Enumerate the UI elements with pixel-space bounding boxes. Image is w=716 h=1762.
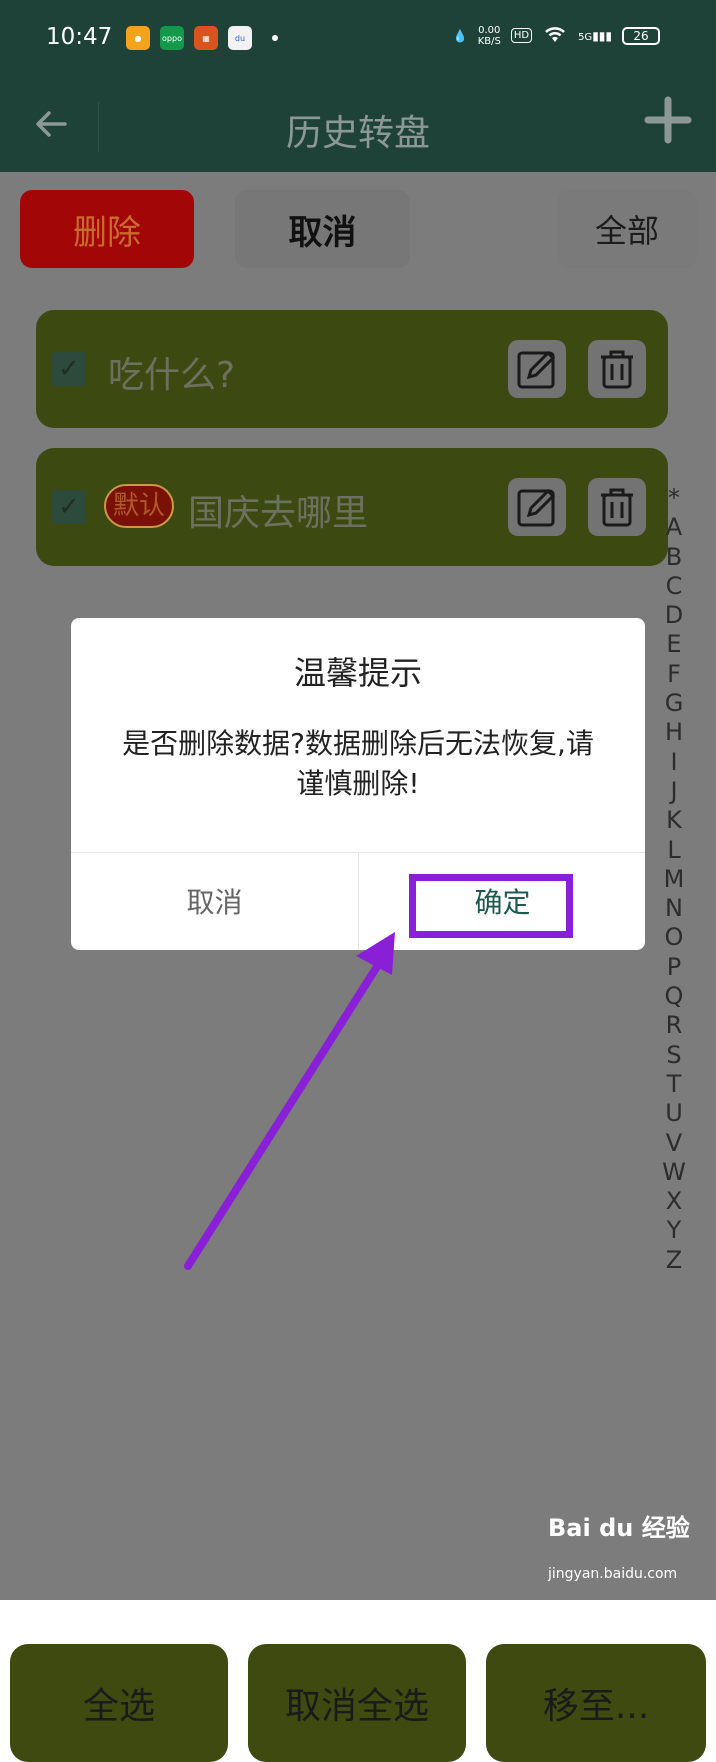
baidu-watermark-url: jingyan.baidu.com [548,1566,678,1582]
move-button[interactable]: 移至... [486,1644,706,1762]
annotation-arrow [184,932,395,1270]
select-all-button[interactable]: 全选 [10,1644,228,1762]
deselect-all-button[interactable]: 取消全选 [248,1644,466,1762]
baidu-watermark: Bai du 经验 [548,1514,690,1542]
